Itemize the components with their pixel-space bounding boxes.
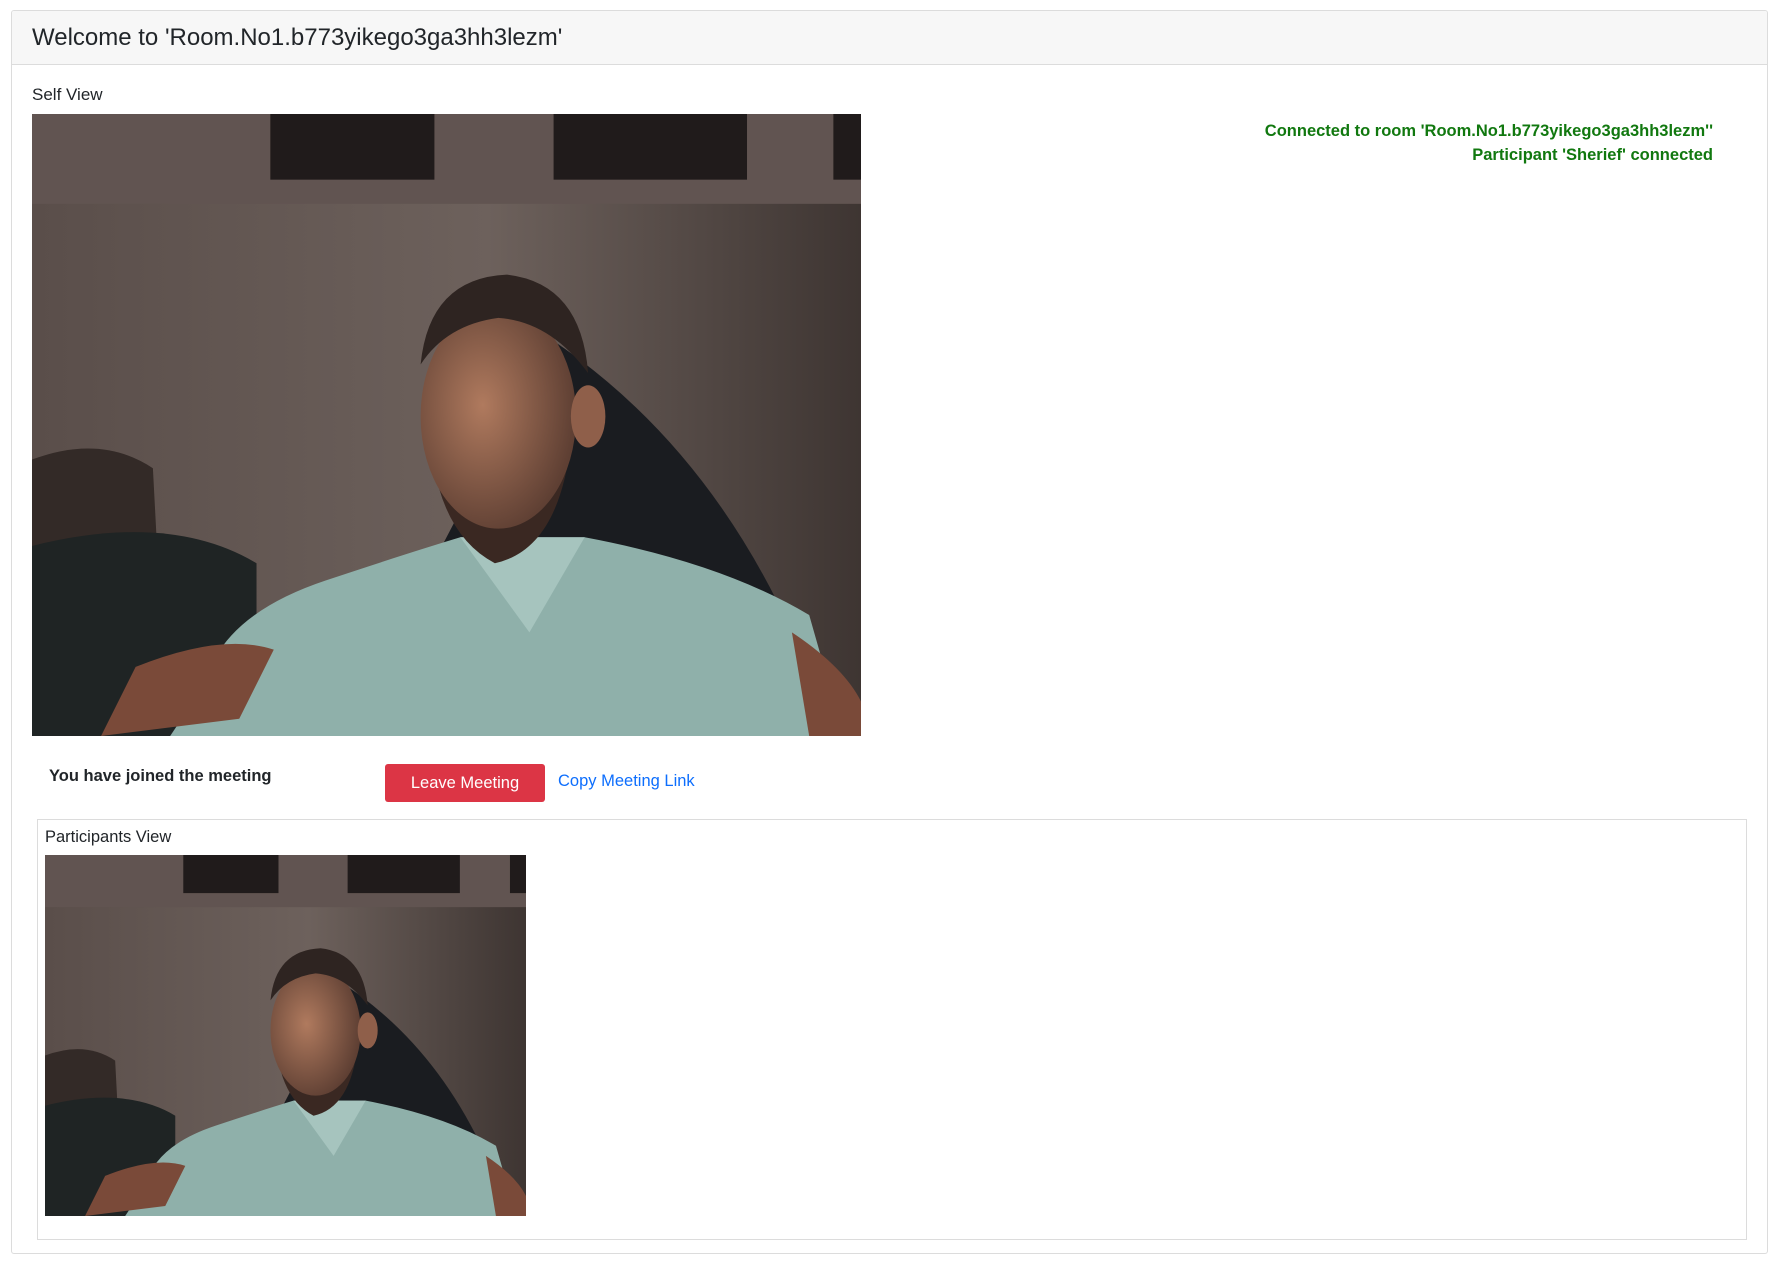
participants-view-label: Participants View [45, 828, 172, 846]
meeting-card: Welcome to 'Room.No1.b773yikego3ga3hh3le… [11, 10, 1768, 1254]
status-message-participant-connected: Participant 'Sherief' connected [1472, 146, 1713, 164]
self-video [32, 114, 861, 736]
copy-meeting-link[interactable]: Copy Meeting Link [558, 772, 695, 791]
leave-meeting-button[interactable]: Leave Meeting [385, 764, 545, 802]
page-title: Welcome to 'Room.No1.b773yikego3ga3hh3le… [32, 24, 563, 51]
participant-video [45, 855, 526, 1216]
self-video-frame [32, 114, 861, 736]
participants-view: Participants View [37, 819, 1747, 1240]
card-header: Welcome to 'Room.No1.b773yikego3ga3hh3le… [12, 11, 1767, 65]
self-view-label: Self View [32, 85, 103, 104]
joined-status-text: You have joined the meeting [49, 767, 272, 785]
participant-video-frame [45, 855, 526, 1216]
status-log: Connected to room 'Room.No1.b773yikego3g… [1265, 119, 1713, 167]
status-message-connected-room: Connected to room 'Room.No1.b773yikego3g… [1264, 122, 1713, 140]
